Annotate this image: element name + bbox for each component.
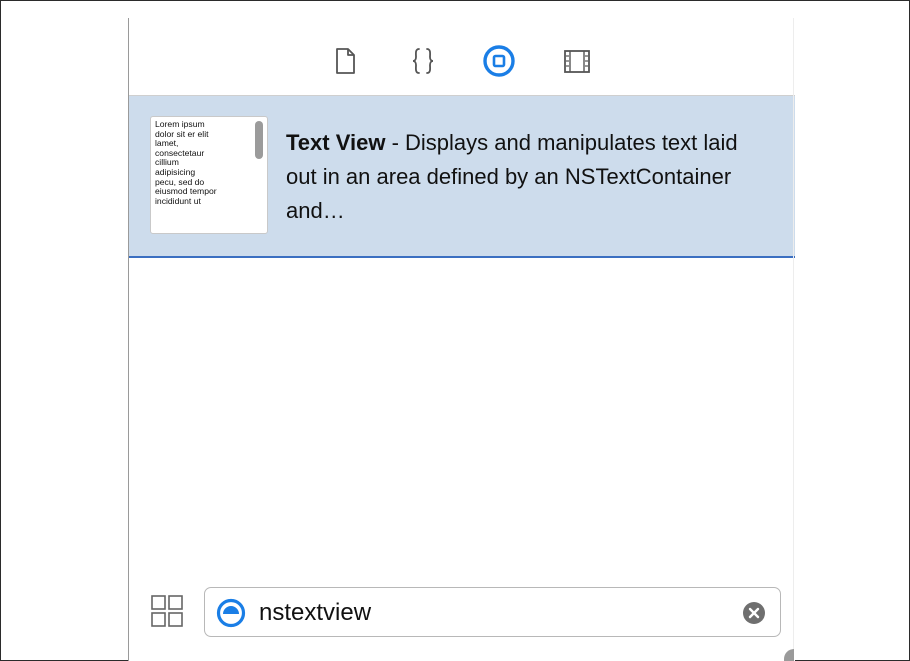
clear-icon[interactable] — [742, 601, 766, 625]
library-panel: Lorem ipsum dolor sit er elit lamet, con… — [128, 18, 795, 661]
library-result-row-text-view[interactable]: Lorem ipsum dolor sit er elit lamet, con… — [129, 96, 795, 258]
grid-icon[interactable] — [150, 594, 184, 628]
text-view-thumbnail: Lorem ipsum dolor sit er elit lamet, con… — [150, 116, 268, 234]
thumbnail-lorem-text: Lorem ipsum dolor sit er elit lamet, con… — [155, 119, 217, 206]
thumbnail-scrollbar-icon — [255, 121, 263, 159]
library-toolbar — [129, 18, 795, 96]
media-library-icon[interactable] — [559, 43, 595, 79]
search-input[interactable]: nstextview — [259, 599, 371, 627]
result-description: Text View - Displays and manipulates tex… — [286, 126, 766, 228]
file-template-icon[interactable] — [327, 43, 363, 79]
library-search-field[interactable]: nstextview — [204, 587, 781, 637]
code-snippet-icon[interactable] — [405, 43, 441, 79]
panel-divider — [793, 18, 794, 661]
object-library-filter-icon[interactable] — [216, 598, 246, 628]
result-title: Text View — [286, 130, 386, 155]
object-library-icon[interactable] — [481, 43, 517, 79]
result-separator: - — [385, 130, 406, 155]
